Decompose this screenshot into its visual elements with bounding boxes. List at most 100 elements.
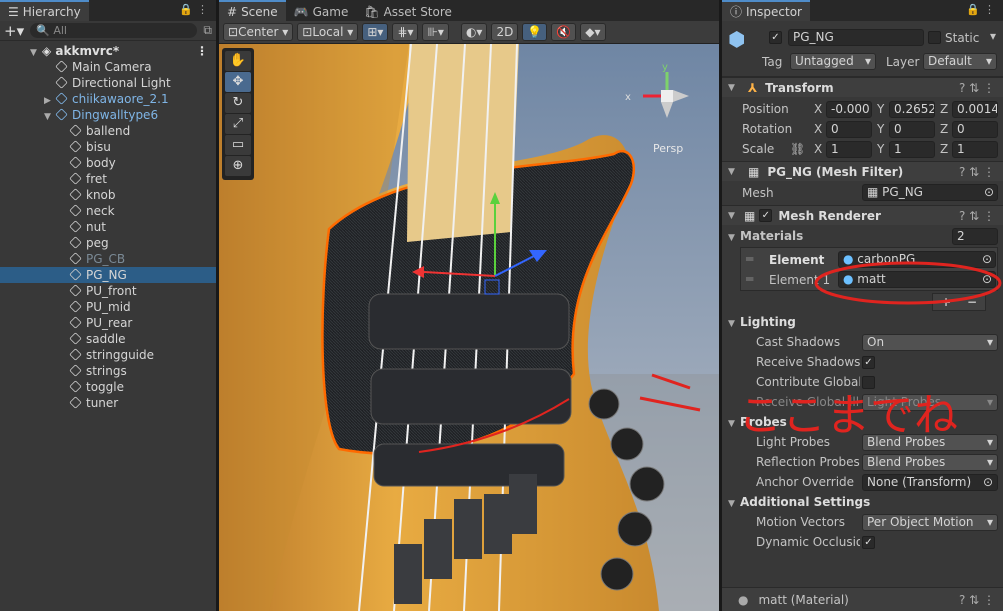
axis-y-label[interactable]: Y [877,102,884,116]
axis-y-label[interactable]: Y [877,122,884,136]
mesh-renderer-header[interactable]: ▼ ▦ ✓ Mesh Renderer? ⇅ ⋮ [722,205,1003,225]
tab-game[interactable]: 🎮 Game [286,0,357,21]
scene-viewport[interactable]: y x Persp ✋ ✥ ↻ ⤢ ▭ ⊕ [219,44,719,611]
component-menu-icons[interactable]: ? ⇅ ⋮ [959,162,995,182]
receive-shadows-checkbox[interactable]: ✓ [862,356,875,369]
hierarchy-item[interactable]: toggle [0,379,216,395]
target-icon[interactable]: ⊙ [982,272,992,287]
tab-hierarchy[interactable]: ☰ Hierarchy [0,0,89,21]
panel-menu-icons[interactable]: 🔒⋮ [966,3,999,16]
hierarchy-item[interactable]: Directional Light [0,75,216,91]
rotation-y-input[interactable]: 0 [889,121,935,138]
component-menu-icons[interactable]: ? ⇅ ⋮ [959,78,995,98]
renderer-enabled-checkbox[interactable]: ✓ [759,209,773,222]
link-icon[interactable]: ⛓ [790,142,805,156]
component-menu-icons[interactable]: ? ⇅ ⋮ [959,206,995,226]
lighting-foldout[interactable]: ▼ Lighting [728,315,796,329]
transform-header[interactable]: ▼ ⅄ Transform? ⇅ ⋮ [722,77,1003,97]
audio-toggle[interactable]: 🔇 [551,23,577,41]
axis-x-label[interactable]: X [814,102,822,116]
materials-count-input[interactable]: 2 [952,228,998,245]
hierarchy-item[interactable]: ▶ chiikawaore_2.1 [0,91,216,107]
material-footer[interactable]: ● matt (Material)? ⇅ ⋮ [722,587,1003,611]
static-dropdown-icon[interactable]: ▾ [990,29,996,43]
axis-z-label[interactable]: Z [940,142,948,156]
hand-tool-icon[interactable]: ✋ [225,51,251,71]
hierarchy-item[interactable]: PU_mid [0,299,216,315]
rotation-x-input[interactable]: 0 [826,121,872,138]
hierarchy-item[interactable]: peg [0,235,216,251]
object-name-input[interactable]: PG_NG [788,29,924,46]
persp-label[interactable]: Persp [653,142,683,155]
hierarchy-item[interactable]: knob [0,187,216,203]
space-dropdown[interactable]: ⊡Local ▾ [297,23,359,41]
hierarchy-item[interactable]: ballend [0,123,216,139]
cast-shadows-dropdown[interactable]: On ▾ [862,334,998,351]
move-tool-icon[interactable]: ✥ [225,72,251,92]
axis-y-label[interactable]: Y [877,142,884,156]
hierarchy-item[interactable]: PG_CB [0,251,216,267]
remove-element-button[interactable]: − [967,294,977,310]
hierarchy-item[interactable]: neck [0,203,216,219]
search-input[interactable]: 🔍 All [30,23,198,38]
scale-x-input[interactable]: 1 [826,141,872,158]
add-element-button[interactable]: + [941,294,951,310]
light-probes-dropdown[interactable]: Blend Probes ▾ [862,434,998,451]
effects-dropdown[interactable]: ◆▾ [580,23,606,41]
scale-z-input[interactable]: 1 [952,141,998,158]
draw-mode-dropdown[interactable]: ◐▾ [460,23,488,41]
mesh-field[interactable]: ▦ PG_NG ⊙ [862,184,998,201]
hierarchy-item[interactable]: stringguide [0,347,216,363]
layer-dropdown[interactable]: Default ▾ [923,53,997,70]
reflection-probes-dropdown[interactable]: Blend Probes ▾ [862,454,998,471]
motion-dropdown[interactable]: Per Object Motion ▾ [862,514,998,531]
hierarchy-item[interactable]: PG_NG [0,267,216,283]
anchor-field[interactable]: None (Transform) ⊙ [862,474,998,491]
add-icon[interactable]: +▾ [4,22,24,40]
contribute-gi-checkbox[interactable] [862,376,875,389]
axis-z-label[interactable]: Z [940,122,948,136]
target-icon[interactable]: ⊙ [982,252,992,267]
scale-tool-icon[interactable]: ⤢ [225,114,251,134]
hierarchy-item[interactable]: ▼ Dingwalltype6 [0,107,216,123]
drag-handle-icon[interactable]: ═ [746,252,753,266]
scene-visibility-icon[interactable]: ⧉ [203,23,212,38]
hierarchy-item[interactable]: bisu [0,139,216,155]
static-checkbox[interactable] [928,31,941,44]
increment-snap-button[interactable]: ⊪▾ [422,23,449,41]
component-menu-icons[interactable]: ? ⇅ ⋮ [959,590,995,610]
materials-foldout[interactable]: ▼ Materials [728,229,803,243]
dynamic-checkbox[interactable]: ✓ [862,536,875,549]
hierarchy-item[interactable]: PU_rear [0,315,216,331]
element-1-field[interactable]: ● matt ⊙ [838,271,996,288]
hierarchy-item[interactable]: nut [0,219,216,235]
snap-button[interactable]: ⊞▾ [362,23,389,41]
drag-handle-icon[interactable]: ═ [746,272,753,286]
pivot-dropdown[interactable]: ⊡Center ▾ [223,23,294,41]
tag-dropdown[interactable]: Untagged ▾ [790,53,876,70]
hierarchy-item[interactable]: Main Camera [0,59,216,75]
hierarchy-item[interactable]: saddle [0,331,216,347]
grid-snap-button[interactable]: ⋕▾ [392,23,419,41]
hierarchy-item[interactable]: fret [0,171,216,187]
element-0-field[interactable]: ● carbonPG ⊙ [838,251,996,268]
mesh-filter-header[interactable]: ▼ ▦ PG_NG (Mesh Filter)? ⇅ ⋮ [722,161,1003,181]
scene-root[interactable]: ▼ ◈ akkmvrc* ⋮ [0,43,216,59]
axis-z-label[interactable]: Z [940,102,948,116]
rotation-z-input[interactable]: 0 [952,121,998,138]
hierarchy-item[interactable]: body [0,155,216,171]
2d-toggle[interactable]: 2D [491,23,519,41]
hierarchy-item[interactable]: tuner [0,395,216,411]
hierarchy-item[interactable]: PU_front [0,283,216,299]
position-y-input[interactable]: 0.2652 [889,101,935,118]
rect-tool-icon[interactable]: ▭ [225,135,251,155]
tab-inspector[interactable]: ⓘ Inspector [722,0,810,21]
transform-tool-icon[interactable]: ⊕ [225,156,251,176]
axis-x-label[interactable]: X [814,142,822,156]
probes-foldout[interactable]: ▼ Probes [728,415,787,429]
position-z-input[interactable]: 0.0014 [952,101,998,118]
target-icon[interactable]: ⊙ [984,185,994,200]
tab-asset-store[interactable]: 🛍 Asset Store [356,0,460,21]
tab-scene[interactable]: # Scene [219,0,286,21]
receive-gi-dropdown[interactable]: Light Probes ▾ [862,394,998,411]
